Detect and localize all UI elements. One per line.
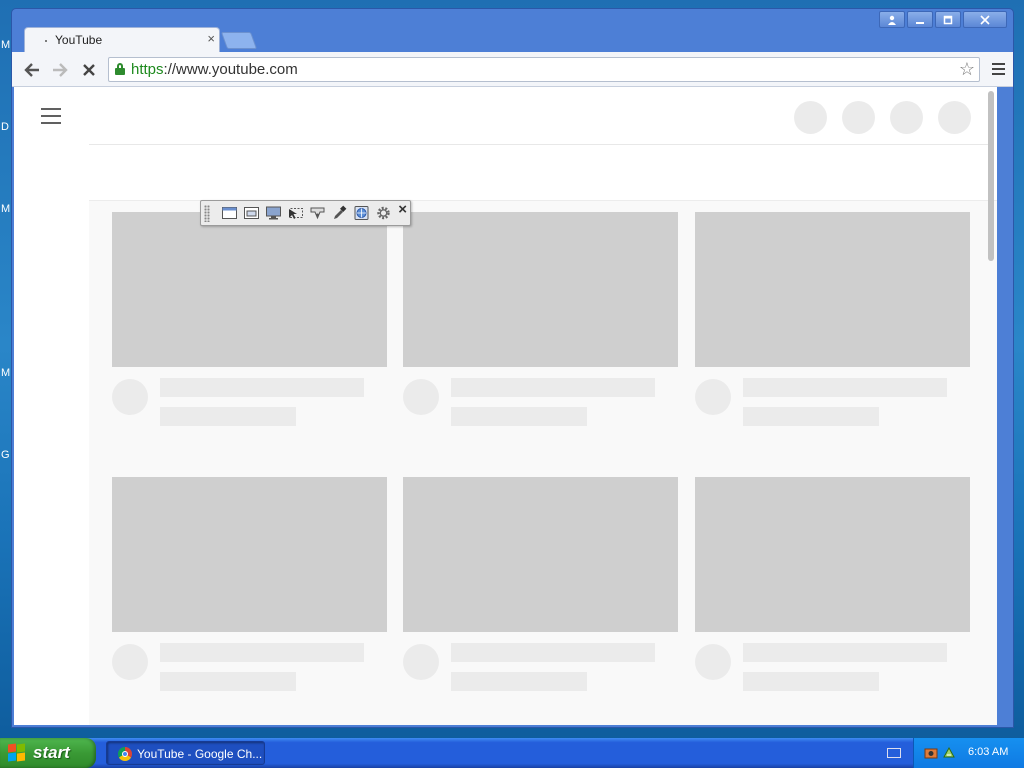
page-scrollbar[interactable]: [988, 91, 994, 261]
meta-placeholder: [451, 672, 587, 691]
restore-icon: [943, 15, 953, 24]
windows-flag-icon: [8, 743, 26, 762]
forward-button[interactable]: [49, 59, 71, 81]
globe-icon[interactable]: [353, 205, 370, 221]
lock-icon: [115, 63, 125, 75]
maximize-button[interactable]: [935, 11, 961, 28]
header-placeholder-circle: [938, 101, 971, 134]
meta-placeholder: [743, 672, 879, 691]
video-thumbnail-placeholder[interactable]: [403, 477, 678, 632]
clock: 6:03 AM: [968, 746, 1009, 758]
window-controls: [877, 11, 1007, 29]
network-tray-icon[interactable]: [942, 746, 956, 760]
title-placeholder: [160, 378, 364, 397]
tab-close-icon[interactable]: ×: [207, 31, 215, 46]
video-thumbnail-placeholder[interactable]: [695, 212, 970, 367]
bookmark-star-icon[interactable]: ☆: [959, 59, 975, 80]
channel-avatar-placeholder: [695, 644, 731, 680]
title-placeholder: [743, 378, 947, 397]
channel-avatar-placeholder: [112, 644, 148, 680]
tab-youtube[interactable]: YouTube ×: [24, 27, 220, 52]
minimize-icon: [916, 21, 924, 24]
close-toolbar-icon[interactable]: ×: [398, 201, 407, 218]
close-button[interactable]: [963, 11, 1007, 28]
system-tray: 6:03 AM: [913, 738, 1024, 768]
keyboard-icon[interactable]: [887, 748, 901, 758]
ruler-icon[interactable]: [309, 205, 326, 221]
meta-placeholder: [160, 407, 296, 426]
back-button[interactable]: [21, 59, 43, 81]
taskbar-item-label: YouTube - Google Ch...: [137, 747, 263, 761]
meta-placeholder: [743, 407, 879, 426]
browser-window: YouTube × https://www.youtube.com ☆: [11, 8, 1014, 728]
header-placeholder-circle: [890, 101, 923, 134]
video-thumbnail-placeholder[interactable]: [403, 212, 678, 367]
chrome-menu-icon[interactable]: [992, 63, 1005, 75]
loading-favicon-icon: [45, 36, 49, 42]
channel-avatar-placeholder: [403, 379, 439, 415]
gear-icon[interactable]: [375, 205, 392, 221]
window-icon[interactable]: [221, 205, 238, 221]
stop-button[interactable]: [78, 59, 100, 81]
youtube-page: [14, 87, 997, 725]
title-placeholder: [451, 378, 655, 397]
browser-toolbar: https://www.youtube.com ☆: [12, 52, 1013, 87]
eyedropper-icon[interactable]: [331, 205, 348, 221]
meta-placeholder: [451, 407, 587, 426]
start-label: start: [33, 743, 70, 762]
video-thumbnail-placeholder[interactable]: [695, 477, 970, 632]
taskbar: start YouTube - Google Ch... 6:03 AM: [0, 738, 1024, 768]
stop-x-icon: [83, 64, 95, 76]
camera-tray-icon[interactable]: [924, 746, 938, 760]
channel-avatar-placeholder: [403, 644, 439, 680]
desktop-icon-label: M: [1, 203, 11, 215]
close-icon: [980, 14, 990, 25]
header-placeholder-circle: [842, 101, 875, 134]
minimize-button[interactable]: [907, 11, 933, 28]
tab-title: YouTube: [55, 33, 103, 47]
taskbar-item-chrome[interactable]: YouTube - Google Ch...: [106, 741, 265, 765]
window-inner-icon[interactable]: [243, 205, 260, 221]
title-placeholder: [743, 643, 947, 662]
floating-capture-toolbar: ×: [200, 200, 411, 226]
title-placeholder: [160, 643, 364, 662]
monitor-icon[interactable]: [265, 205, 282, 221]
tab-strip: YouTube ×: [12, 9, 1013, 52]
user-icon: [888, 15, 896, 25]
guide-menu-icon[interactable]: [41, 108, 61, 124]
address-bar[interactable]: https://www.youtube.com ☆: [108, 57, 980, 82]
start-button[interactable]: start: [0, 738, 96, 768]
forward-arrow-icon: [53, 63, 68, 77]
header-placeholder-circle: [794, 101, 827, 134]
channel-avatar-placeholder: [112, 379, 148, 415]
video-feed: [89, 200, 997, 725]
meta-placeholder: [160, 672, 296, 691]
url-scheme: https: [131, 61, 164, 78]
channel-avatar-placeholder: [695, 379, 731, 415]
user-profile-button[interactable]: [879, 11, 905, 28]
video-thumbnail-placeholder[interactable]: [112, 212, 387, 367]
desktop-icon-label: M: [1, 367, 11, 379]
back-arrow-icon: [24, 63, 39, 77]
desktop-icon-label: M: [1, 39, 11, 51]
video-thumbnail-placeholder[interactable]: [112, 477, 387, 632]
url-host: ://www.youtube.com: [163, 61, 298, 78]
select-region-icon[interactable]: [287, 205, 304, 221]
title-placeholder: [451, 643, 655, 662]
drag-handle[interactable]: [204, 205, 210, 222]
chrome-icon: [118, 747, 132, 761]
new-tab-button[interactable]: [220, 32, 258, 49]
url-text: https://www.youtube.com: [131, 61, 298, 78]
desktop-icon-label: G: [1, 449, 10, 461]
header-divider: [89, 144, 994, 145]
desktop-icon-label: D: [1, 121, 9, 133]
